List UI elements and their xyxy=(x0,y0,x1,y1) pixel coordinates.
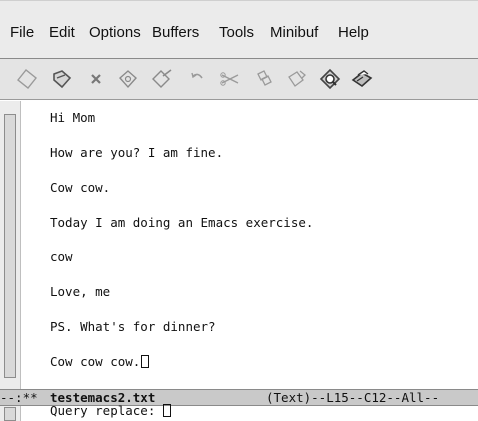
menu-bar-top-border xyxy=(0,0,478,1)
menu-bar: File Edit Options Buffers Tools Minibuf … xyxy=(0,0,478,58)
new-file-icon[interactable] xyxy=(14,66,40,92)
modeline-status: --:** xyxy=(0,390,38,405)
minibuffer-scroll-thumb[interactable] xyxy=(4,407,16,421)
modeline-info: (Text)--L15--C12--All-- xyxy=(266,390,440,405)
minibuffer-scrollbar[interactable] xyxy=(0,406,21,421)
buffer-line: cow xyxy=(50,249,73,264)
undo-icon[interactable] xyxy=(184,66,210,92)
minibuffer-prompt: Query replace: xyxy=(50,403,163,418)
menu-file[interactable]: File xyxy=(10,25,34,41)
save-as-icon[interactable] xyxy=(149,66,175,92)
open-folder-icon[interactable] xyxy=(49,66,75,92)
cut-icon[interactable] xyxy=(217,66,243,92)
menu-edit[interactable]: Edit xyxy=(49,25,75,41)
buffer-last-line: Cow cow cow. xyxy=(50,354,150,369)
scrollbar-thumb[interactable] xyxy=(4,114,16,378)
copy-icon[interactable] xyxy=(251,66,277,92)
search-icon[interactable] xyxy=(317,66,343,92)
toolbar xyxy=(0,59,478,100)
buffer-line: Today I am doing an Emacs exercise. xyxy=(50,215,314,230)
buffer-line: Love, me xyxy=(50,284,111,299)
buffer-line: Cow cow. xyxy=(50,180,111,195)
minibuffer-prompt-line: Query replace: xyxy=(50,404,171,418)
print-icon[interactable] xyxy=(349,66,375,92)
minibuffer-cursor xyxy=(162,404,171,417)
text-cursor xyxy=(141,355,150,368)
menu-buffers[interactable]: Buffers xyxy=(152,25,199,41)
close-x-icon[interactable] xyxy=(83,66,109,92)
buffer-line: How are you? I am fine. xyxy=(50,145,224,160)
buffer-line-text: Cow cow cow. xyxy=(50,354,141,369)
paste-icon[interactable] xyxy=(284,66,310,92)
menu-options[interactable]: Options xyxy=(89,25,141,41)
vertical-scrollbar[interactable] xyxy=(0,101,21,389)
menu-minibuf[interactable]: Minibuf xyxy=(270,25,318,41)
menu-help[interactable]: Help xyxy=(338,25,369,41)
buffer-line: Hi Mom xyxy=(50,110,96,125)
save-icon[interactable] xyxy=(115,66,141,92)
minibuffer[interactable]: Query replace: xyxy=(0,404,478,421)
buffer-line: PS. What's for dinner? xyxy=(50,319,216,334)
menu-tools[interactable]: Tools xyxy=(219,25,254,41)
